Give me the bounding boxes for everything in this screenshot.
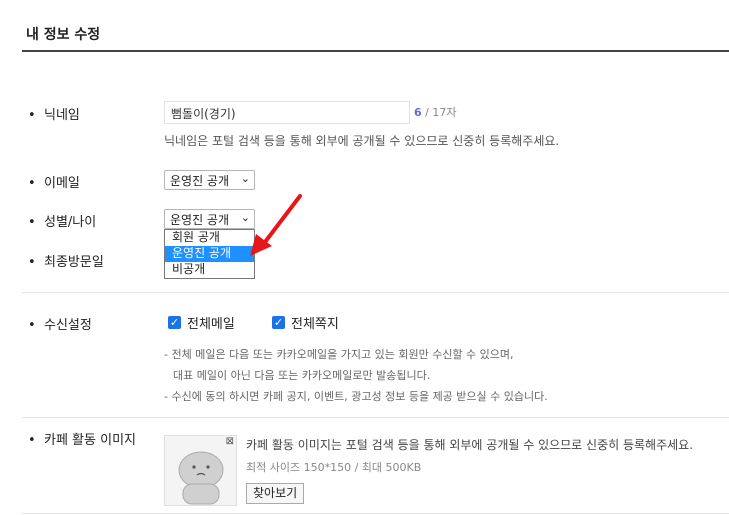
cafe-image-avatar: ⊠ (164, 435, 237, 506)
section-divider (22, 513, 729, 514)
last-visit-label: • 최종방문일 (28, 255, 104, 270)
receive-note-1: - 전체 메일은 다음 또는 카카오메일을 가지고 있는 회원만 수신할 수 있… (164, 348, 514, 361)
title-divider (22, 50, 729, 52)
nickname-char-count: 6 / 17자 (414, 106, 457, 119)
browse-button[interactable]: 찾아보기 (246, 483, 305, 504)
receive-note-2: 대표 메일이 아닌 다음 또는 카카오메일로만 발송됩니다. (173, 369, 431, 382)
cafe-image-size-hint: 최적 사이즈 150*150 / 최대 500KB (246, 461, 422, 474)
dropdown-option-members[interactable]: 회원 공개 (165, 230, 254, 246)
gender-age-visibility-select[interactable]: 운영진 공개 ⌄ (164, 209, 255, 229)
email-visibility-select[interactable]: 운영진 공개 ⌄ (164, 170, 255, 190)
gender-age-label: • 성별/나이 (28, 215, 97, 230)
chevron-down-icon: ⌄ (240, 172, 250, 185)
nickname-input[interactable]: 뻠돌이(경기) (164, 101, 410, 124)
nickname-label: • 닉네임 (28, 108, 80, 123)
page-title: 내 정보 수정 (26, 27, 101, 43)
receive-settings-label: • 수신설정 (28, 318, 92, 333)
receive-note-3: - 수신에 동의 하시면 카페 공지, 이벤트, 광고성 정보 등을 제공 받으… (164, 390, 548, 403)
dropdown-option-private[interactable]: 비공개 (165, 262, 254, 278)
red-arrow-icon (250, 194, 302, 256)
check-icon: ✓ (272, 316, 285, 329)
nickname-help-text: 닉네임은 포털 검색 등을 통해 외부에 공개될 수 있으므로 신중히 등록해주… (164, 134, 560, 148)
gender-age-dropdown-list: 회원 공개 운영진 공개 비공개 (164, 229, 255, 279)
check-icon: ✓ (168, 316, 181, 329)
cafe-image-desc: 카페 활동 이미지는 포털 검색 등을 통해 외부에 공개될 수 있으므로 신중… (246, 438, 694, 452)
cafe-image-label: • 카페 활동 이미지 (28, 433, 136, 448)
delete-image-icon[interactable]: ⊠ (226, 437, 234, 447)
section-divider (22, 417, 729, 418)
dropdown-option-staff[interactable]: 운영진 공개 (165, 246, 254, 262)
mail-all-checkbox[interactable]: ✓ 전체메일 (168, 313, 235, 332)
email-label: • 이메일 (28, 176, 80, 191)
section-divider (22, 292, 729, 293)
note-all-checkbox[interactable]: ✓ 전체쪽지 (272, 313, 339, 332)
